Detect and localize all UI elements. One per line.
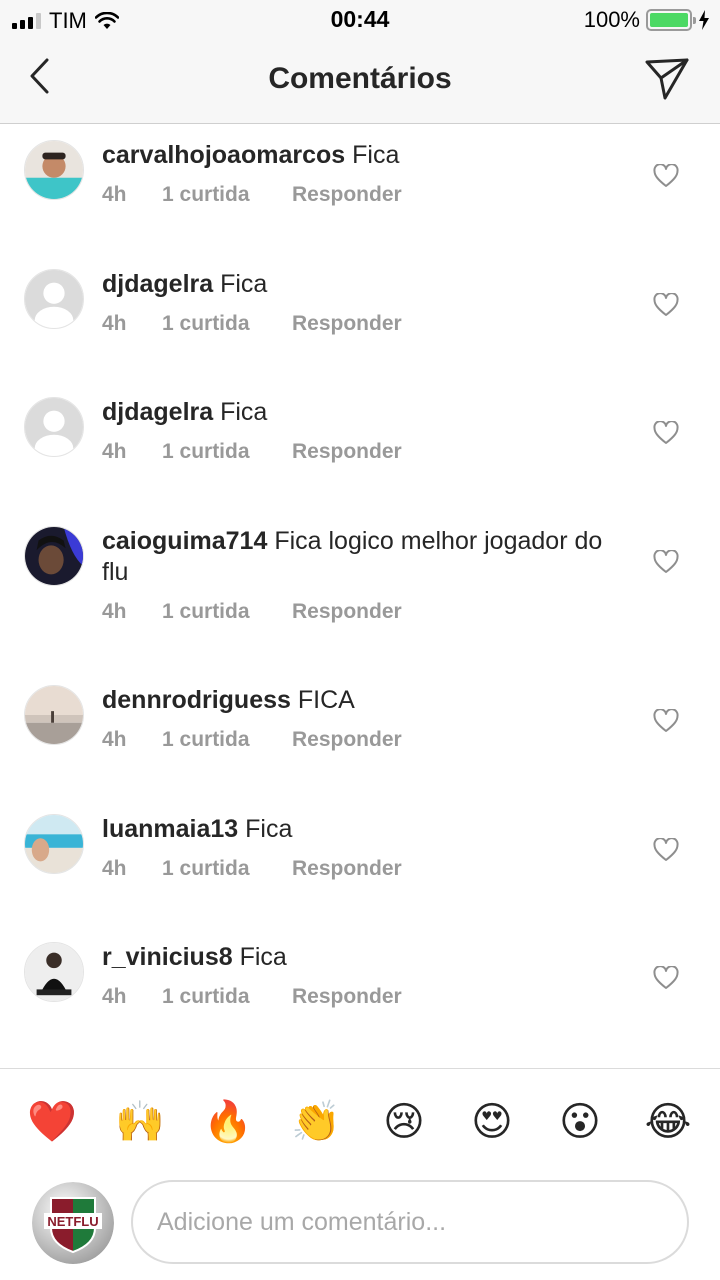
share-button[interactable] [642,54,692,104]
comment-item: djdagelra Fica 4h 1 curtida Responder [0,253,720,381]
comment-likes[interactable]: 1 curtida [162,440,292,464]
comment-text: dennrodriguess FICA [102,685,620,716]
comment-likes[interactable]: 1 curtida [162,183,292,207]
comment-time: 4h [102,728,127,751]
emoji-surprised-button[interactable]: 😮 [555,1097,605,1147]
paper-plane-icon [645,58,689,100]
like-comment-button[interactable] [652,291,680,319]
comment-username[interactable]: luanmaia13 [102,815,238,843]
reply-button[interactable]: Responder [292,857,402,881]
heart-outline-icon [653,709,679,732]
comment-meta: 4h 1 curtida Responder [102,312,620,336]
like-comment-button[interactable] [652,162,680,190]
status-bar: TIM 00:44 100% [0,0,720,40]
emoji-crying-button[interactable]: 😢 [379,1097,429,1147]
avatar[interactable] [24,814,84,874]
comment-likes[interactable]: 1 curtida [162,728,292,752]
comment-body: Fica [352,141,400,169]
comment-body: Fica [239,943,287,971]
comment-body: Fica [220,398,268,426]
comment-likes[interactable]: 1 curtida [162,312,292,336]
comment-meta: 4h 1 curtida Responder [102,985,620,1009]
current-user-avatar[interactable]: NETFLU [32,1182,114,1264]
emoji-heart-eyes-button[interactable]: 😍 [467,1097,517,1147]
like-comment-button[interactable] [652,707,680,735]
comment-body: FICA [297,686,355,714]
reply-button[interactable]: Responder [292,312,402,336]
comment-item: djdagelra Fica 4h 1 curtida Responder [0,381,720,510]
page-title: Comentários [268,62,452,95]
comment-meta: 4h 1 curtida Responder [102,600,620,624]
comment-item: r_vinicius8 Fica 4h 1 curtida Responder [0,926,720,1055]
like-comment-button[interactable] [652,964,680,992]
comment-item: caioguima714 Fica logico melhor jogador … [0,510,720,669]
comment-likes[interactable]: 1 curtida [162,857,292,881]
comment-item: carvalhojoaomarcos Fica 4h 1 curtida Res… [0,124,720,253]
comment-text: luanmaia13 Fica [102,814,620,845]
emoji-raised-hands-button[interactable]: 🙌 [115,1097,165,1147]
emoji-clapping-button[interactable]: 👏 [291,1097,341,1147]
status-bar-right: 100% [584,7,710,33]
reply-button[interactable]: Responder [292,440,402,464]
heart-outline-icon [653,838,679,861]
comment-text: carvalhojoaomarcos Fica [102,140,620,171]
comment-text: djdagelra Fica [102,269,620,300]
comment-time: 4h [102,985,127,1008]
comment-text: caioguima714 Fica logico melhor jogador … [102,526,620,588]
comment-likes[interactable]: 1 curtida [162,600,292,624]
emoji-fire-button[interactable]: 🔥 [203,1097,253,1147]
emoji-laughing-button[interactable]: 😂 [643,1097,693,1147]
reply-button[interactable]: Responder [292,985,402,1009]
svg-text:NETFLU: NETFLU [47,1214,98,1229]
comment-text: r_vinicius8 Fica [102,942,620,973]
comment-body: Fica [245,815,293,843]
like-comment-button[interactable] [652,548,680,576]
battery-percentage: 100% [583,7,640,32]
avatar[interactable] [24,140,84,200]
like-comment-button[interactable] [652,419,680,447]
comment-username[interactable]: djdagelra [102,398,213,426]
comment-body: Fica [220,270,268,298]
comment-item: luanmaia13 Fica 4h 1 curtida Responder [0,798,720,926]
like-comment-button[interactable] [652,836,680,864]
battery-icon [646,9,696,31]
reply-button[interactable]: Responder [292,728,402,752]
emoji-heart-button[interactable]: ❤️ [27,1097,77,1147]
comment-meta: 4h 1 curtida Responder [102,728,620,752]
comment-time: 4h [102,440,127,463]
avatar[interactable] [24,526,84,586]
heart-outline-icon [653,164,679,187]
avatar[interactable] [24,685,84,745]
comment-username[interactable]: dennrodriguess [102,686,291,714]
comment-username[interactable]: r_vinicius8 [102,943,233,971]
header: Comentários [0,40,720,124]
comment-item: dennrodriguess FICA 4h 1 curtida Respond… [0,669,720,798]
avatar[interactable] [24,269,84,329]
emoji-bar: ❤️ 🙌 🔥 👏 😢 😍 😮 😂 [0,1068,720,1178]
avatar[interactable] [24,942,84,1002]
comment-time: 4h [102,183,127,206]
comment-username[interactable]: caioguima714 [102,527,267,555]
reply-button[interactable]: Responder [292,600,402,624]
heart-outline-icon [653,293,679,316]
comment-time: 4h [102,312,127,335]
heart-outline-icon [653,550,679,573]
comment-likes[interactable]: 1 curtida [162,985,292,1009]
reply-button[interactable]: Responder [292,183,402,207]
heart-outline-icon [653,421,679,444]
comments-list: carvalhojoaomarcos Fica 4h 1 curtida Res… [0,124,720,1068]
comment-time: 4h [102,600,127,623]
comment-text: djdagelra Fica [102,397,620,428]
comment-username[interactable]: djdagelra [102,270,213,298]
heart-outline-icon [653,966,679,989]
comment-time: 4h [102,857,127,880]
comment-input[interactable] [131,1180,689,1264]
comment-meta: 4h 1 curtida Responder [102,440,620,464]
charging-bolt-icon [699,10,709,30]
comment-meta: 4h 1 curtida Responder [102,183,620,207]
avatar[interactable] [24,397,84,457]
comment-meta: 4h 1 curtida Responder [102,857,620,881]
comment-username[interactable]: carvalhojoaomarcos [102,141,345,169]
